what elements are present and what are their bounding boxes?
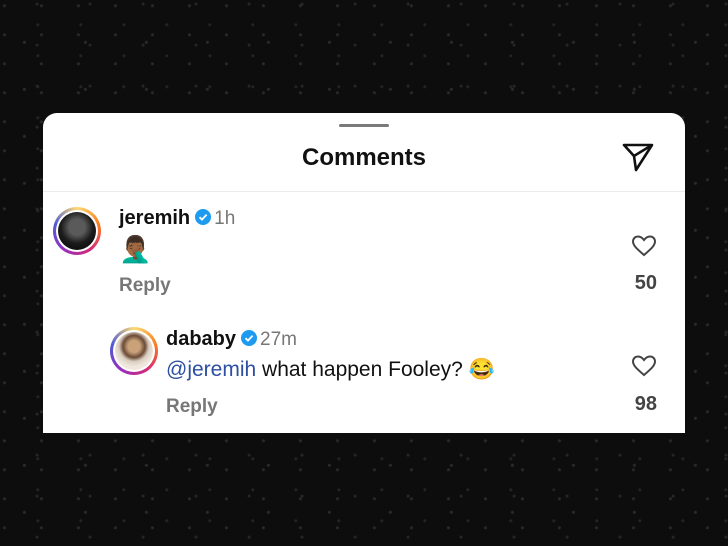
timestamp: 1h [214, 208, 236, 229]
avatar[interactable] [53, 207, 101, 255]
comment-text: 🤦🏾‍♂️ [119, 234, 152, 264]
reply-item: dababy 27m @jeremih what happen Fooley? 😂… [43, 313, 685, 433]
mention-link[interactable]: @jeremih [166, 358, 256, 381]
reply-button[interactable]: Reply [119, 275, 171, 297]
comment-text: @jeremih what happen Fooley? 😂 [166, 358, 495, 382]
heart-icon[interactable] [631, 354, 657, 378]
verified-badge-icon [241, 330, 258, 346]
comments-sheet: Comments jeremih 1h 🤦🏾‍♂️ Reply 50 dababy… [43, 113, 685, 433]
heart-icon[interactable] [631, 234, 657, 258]
like-count: 98 [634, 393, 657, 415]
like-count: 50 [634, 272, 657, 294]
username[interactable]: dababy [166, 328, 236, 350]
comment-header: dababy 27m [166, 328, 297, 351]
laughing-emoji-icon: 😂 [468, 358, 495, 381]
comment-item: jeremih 1h 🤦🏾‍♂️ Reply 50 [43, 113, 685, 313]
comment-header: jeremih 1h [119, 207, 235, 230]
avatar[interactable] [110, 327, 158, 375]
timestamp: 27m [260, 329, 297, 350]
comment-body: what happen Fooley? [256, 358, 469, 381]
username[interactable]: jeremih [119, 207, 190, 229]
reply-button[interactable]: Reply [166, 396, 218, 418]
verified-badge-icon [195, 209, 212, 225]
